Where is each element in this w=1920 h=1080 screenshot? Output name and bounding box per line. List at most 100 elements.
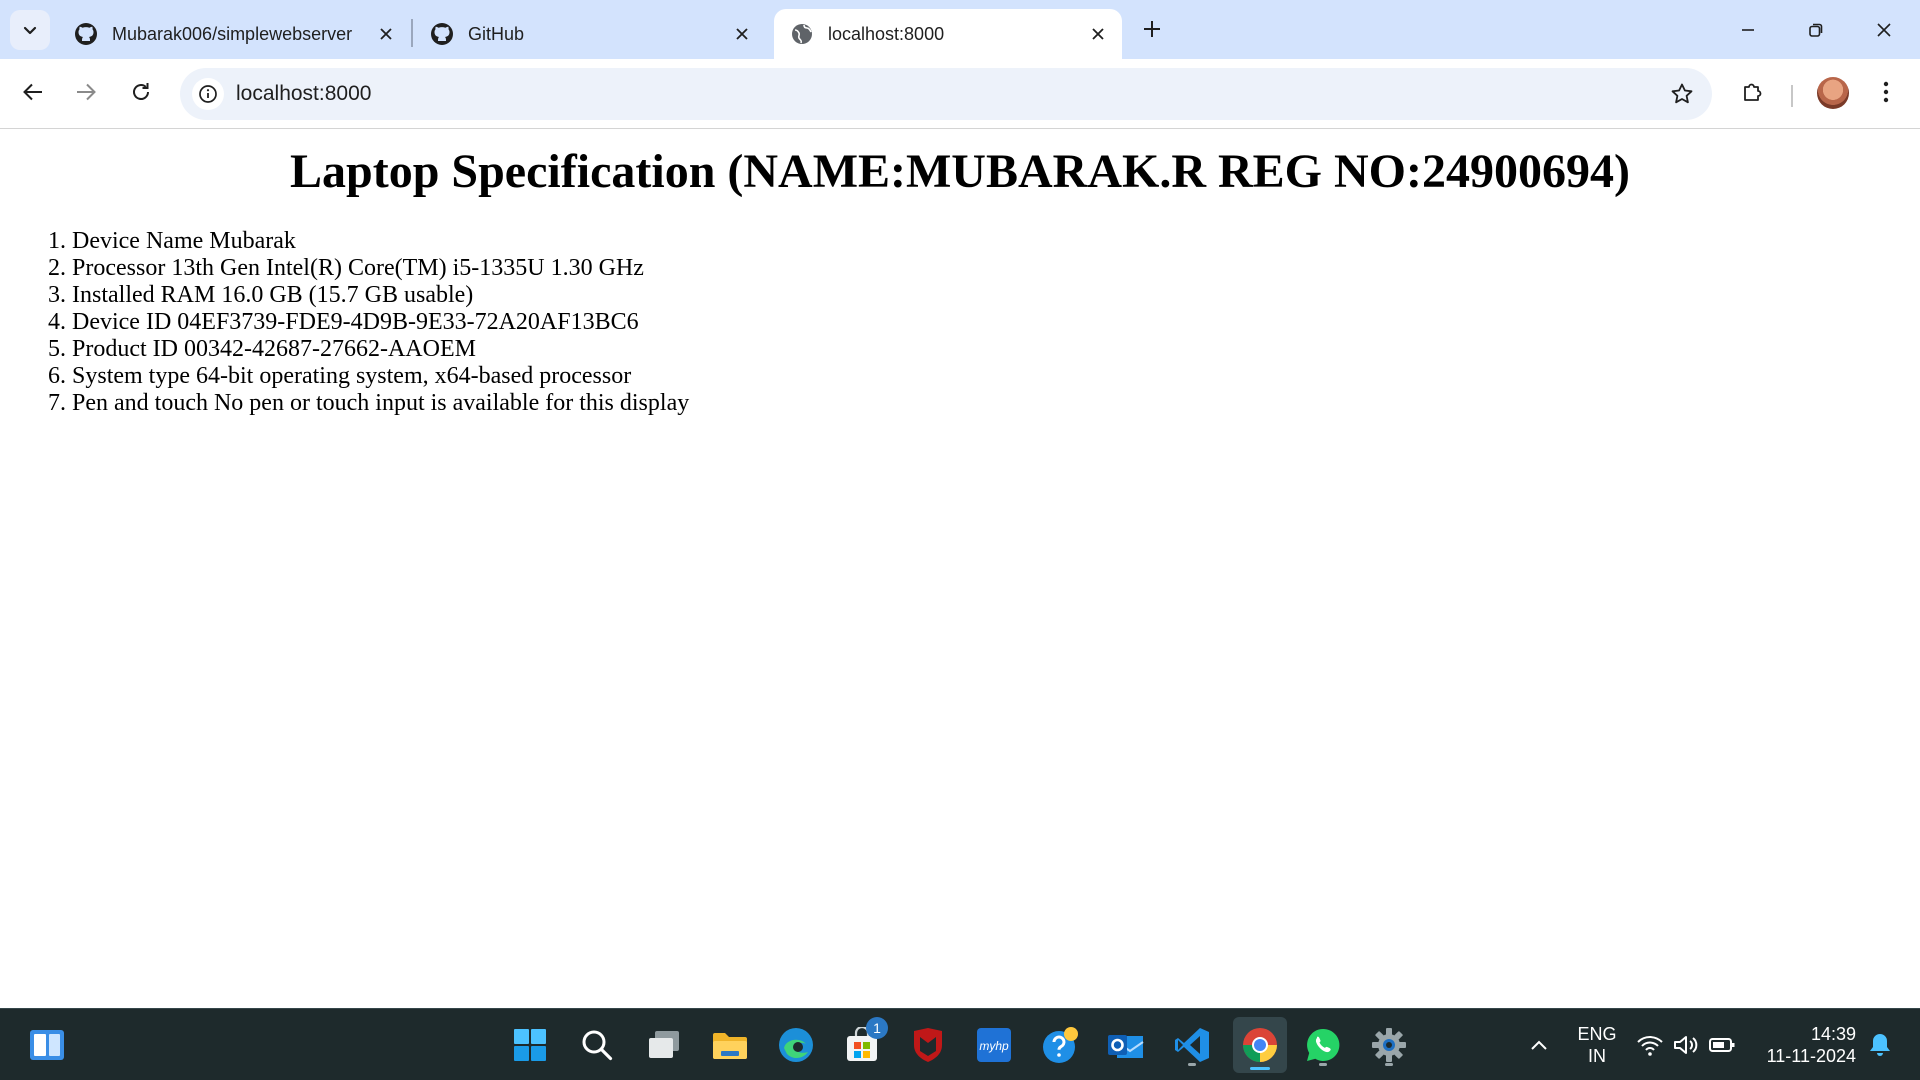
profile-avatar[interactable]: [1817, 77, 1849, 109]
back-button[interactable]: [13, 72, 53, 112]
back-arrow-icon: [23, 83, 42, 101]
notifications-button[interactable]: [1862, 1021, 1898, 1069]
language-indicator[interactable]: ENG IN: [1570, 1023, 1624, 1067]
widgets-icon: [30, 1030, 64, 1060]
spec-item: Device ID 04EF3739-FDE9-4D9B-9E33-72A20A…: [72, 309, 689, 336]
quick-settings-button[interactable]: [1630, 1021, 1742, 1069]
forward-button[interactable]: [66, 72, 106, 112]
show-hidden-icons-button[interactable]: [1515, 1021, 1563, 1069]
web-page: Laptop Specification (NAME:MUBARAK.R REG…: [0, 130, 1920, 1008]
tab-separator: [411, 19, 413, 47]
folder-icon: [713, 1033, 747, 1059]
tab-github[interactable]: GitHub: [414, 9, 766, 59]
search-button[interactable]: [573, 1021, 621, 1069]
gear-icon: [1372, 1028, 1406, 1062]
taskbar: 1 myhp ENG IN 14:39 11-11-2024: [0, 1008, 1920, 1080]
whatsapp-button[interactable]: [1299, 1021, 1347, 1069]
spec-item: Installed RAM 16.0 GB (15.7 GB usable): [72, 282, 689, 309]
github-icon: [430, 22, 454, 46]
tab-mubarak-repo[interactable]: Mubarak006/simplewebserver: [58, 9, 410, 59]
menu-button[interactable]: [1866, 72, 1906, 112]
spec-item: Product ID 00342-42687-27662-AAOEM: [72, 336, 689, 363]
vscode-icon: [1175, 1028, 1209, 1062]
running-indicator: [1385, 1063, 1393, 1066]
spec-item: Pen and touch No pen or touch input is a…: [72, 390, 689, 417]
kebab-menu-icon: [1883, 81, 1889, 103]
help-icon: [1043, 1027, 1078, 1063]
puzzle-icon: [1744, 83, 1762, 101]
running-indicator: [1319, 1063, 1327, 1066]
close-icon: [1877, 23, 1891, 37]
minimize-button[interactable]: [1728, 10, 1768, 50]
restore-button[interactable]: [1796, 10, 1836, 50]
restore-icon: [1809, 23, 1823, 37]
edge-button[interactable]: [772, 1021, 820, 1069]
address-bar[interactable]: localhost:8000: [180, 68, 1712, 120]
close-tab-icon[interactable]: [730, 22, 754, 46]
page-heading: Laptop Specification (NAME:MUBARAK.R REG…: [290, 145, 1630, 198]
wifi-icon: [1637, 1036, 1663, 1056]
forward-arrow-icon: [77, 83, 96, 101]
bookmark-star-icon[interactable]: [1668, 80, 1696, 108]
new-tab-button[interactable]: [1135, 12, 1169, 46]
spec-list: Device Name Mubarak Processor 13th Gen I…: [72, 228, 689, 417]
spec-item: Processor 13th Gen Intel(R) Core(TM) i5-…: [72, 255, 689, 282]
settings-button[interactable]: [1365, 1021, 1413, 1069]
close-tab-icon[interactable]: [1086, 22, 1110, 46]
address-url[interactable]: localhost:8000: [236, 82, 371, 106]
mcafee-button[interactable]: [904, 1021, 952, 1069]
github-icon: [74, 22, 98, 46]
myhp-icon: myhp: [977, 1028, 1011, 1062]
chrome-icon: [1243, 1028, 1277, 1062]
spec-item: System type 64-bit operating system, x64…: [72, 363, 689, 390]
chrome-button[interactable]: [1233, 1017, 1287, 1073]
tab-title: GitHub: [468, 23, 525, 44]
file-explorer-button[interactable]: [706, 1021, 754, 1069]
tab-localhost[interactable]: localhost:8000: [774, 9, 1122, 59]
outlook-button[interactable]: [1102, 1021, 1150, 1069]
running-indicator: [1250, 1067, 1270, 1070]
plus-icon: [1144, 21, 1160, 37]
edge-icon: [779, 1028, 813, 1062]
spec-item: Device Name Mubarak: [72, 228, 689, 255]
search-icon: [582, 1030, 613, 1061]
start-button[interactable]: [506, 1021, 554, 1069]
bell-icon: [1870, 1034, 1890, 1056]
region-label: IN: [1588, 1046, 1606, 1066]
chevron-up-icon: [1531, 1040, 1547, 1050]
site-info-icon[interactable]: [192, 78, 224, 110]
mcafee-shield-icon: [914, 1028, 942, 1062]
browser-toolbar: localhost:8000: [0, 59, 1920, 129]
vscode-button[interactable]: [1168, 1021, 1216, 1069]
tab-strip: Mubarak006/simplewebserver GitHub localh…: [0, 0, 1920, 59]
tab-title: localhost:8000: [828, 23, 945, 44]
clock-time: 14:39: [1810, 1024, 1856, 1044]
windows-logo-icon: [514, 1029, 546, 1061]
toolbar-divider: [1791, 85, 1793, 107]
globe-icon: [790, 22, 814, 46]
extensions-button[interactable]: [1733, 72, 1773, 112]
microsoft-store-button[interactable]: 1: [838, 1017, 888, 1069]
outlook-icon: [1108, 1035, 1144, 1058]
notification-badge: 1: [866, 1017, 888, 1039]
clock-date: 11-11-2024: [1766, 1046, 1856, 1066]
language-label: ENG: [1577, 1024, 1617, 1044]
minimize-icon: [1742, 29, 1754, 31]
task-view-button[interactable]: [640, 1021, 688, 1069]
get-help-button[interactable]: [1036, 1021, 1084, 1069]
reload-icon: [133, 83, 149, 100]
volume-icon: [1674, 1036, 1698, 1054]
widgets-button[interactable]: [23, 1021, 71, 1069]
close-window-button[interactable]: [1864, 10, 1904, 50]
running-indicator: [1188, 1063, 1196, 1066]
clock[interactable]: 14:39 11-11-2024: [1752, 1023, 1856, 1067]
tab-search-button[interactable]: [10, 10, 50, 50]
close-tab-icon[interactable]: [374, 22, 398, 46]
svg-text:myhp: myhp: [979, 1039, 1009, 1053]
chevron-down-icon: [23, 26, 37, 35]
tab-title: Mubarak006/simplewebserver: [112, 23, 353, 44]
reload-button[interactable]: [121, 72, 161, 112]
whatsapp-icon: [1307, 1028, 1340, 1061]
battery-icon: [1709, 1038, 1735, 1052]
myhp-button[interactable]: myhp: [970, 1021, 1018, 1069]
